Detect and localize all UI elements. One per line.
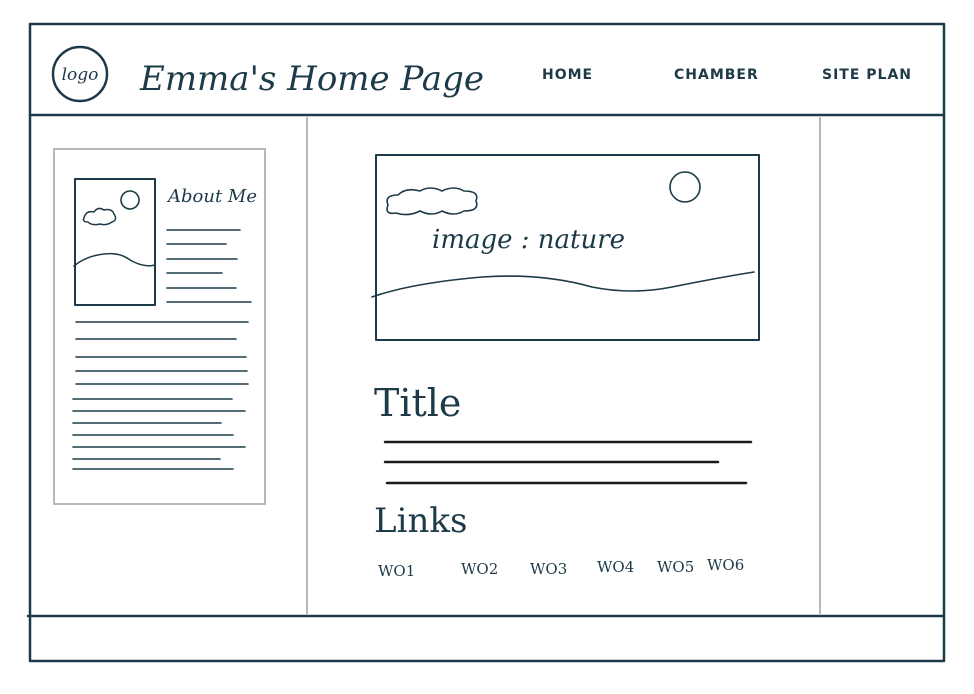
profile-image-frame [74, 178, 156, 306]
nav-site-plan[interactable]: SITE PLAN [822, 67, 912, 83]
cloud-icon [386, 187, 478, 216]
header: logo Emma's Home Page HOME CHAMBER SITE … [28, 45, 946, 117]
link-wo3[interactable]: WO3 [530, 560, 567, 578]
hero-image-caption: image : nature [432, 225, 625, 255]
links-heading: Links [374, 501, 467, 541]
about-me-card: About Me [53, 148, 266, 505]
cloud-icon [82, 207, 117, 226]
link-wo1[interactable]: WO1 [378, 562, 415, 580]
hero-image-placeholder: image : nature [371, 154, 760, 341]
nav-home[interactable]: HOME [542, 67, 593, 83]
horizon-line [371, 271, 755, 298]
site-title: Emma's Home Page [139, 59, 484, 99]
link-wo5[interactable]: WO5 [657, 558, 694, 576]
section-title: Title [374, 381, 461, 425]
logo[interactable]: logo [51, 45, 109, 103]
hill-line [73, 252, 156, 267]
sun-icon [669, 171, 701, 203]
about-me-text-lines [72, 229, 252, 470]
sun-icon [120, 190, 140, 210]
wireframe-canvas: logo Emma's Home Page HOME CHAMBER SITE … [26, 22, 946, 663]
link-wo4[interactable]: WO4 [597, 558, 634, 576]
link-wo6[interactable]: WO6 [707, 556, 744, 574]
about-me-heading: About Me [166, 186, 257, 207]
profile-image-placeholder [73, 178, 156, 306]
title-text-lines [383, 440, 753, 485]
links-list: WO1 WO2 WO3 WO4 WO5 WO6 [378, 556, 744, 580]
logo-text: logo [62, 65, 99, 85]
link-wo2[interactable]: WO2 [461, 560, 498, 578]
nav-chamber[interactable]: CHAMBER [674, 67, 759, 83]
